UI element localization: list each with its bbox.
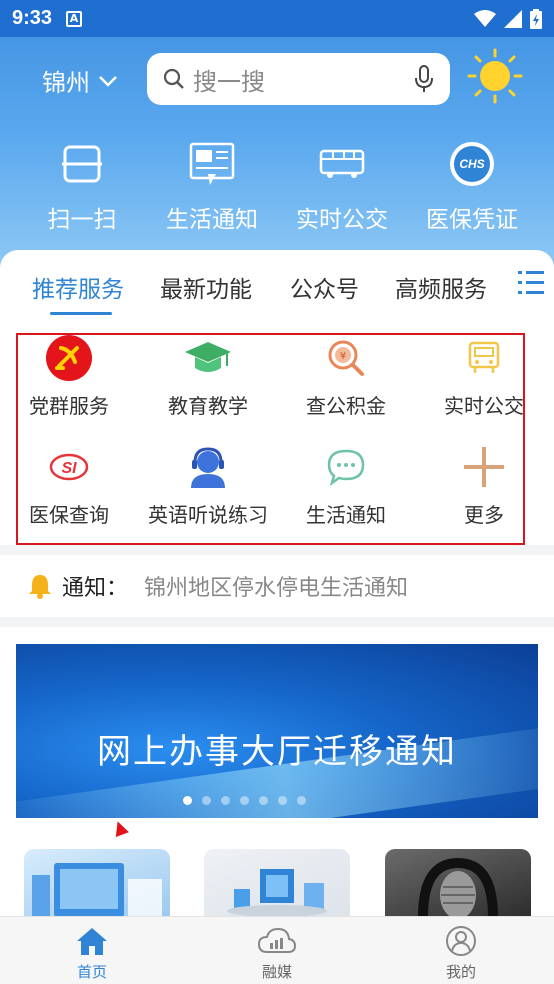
nav-profile[interactable]: 我的 bbox=[416, 923, 506, 982]
scan-icon bbox=[62, 145, 102, 183]
city-selector[interactable]: 锦州 bbox=[42, 63, 118, 98]
quick-action-label: 生活通知 bbox=[166, 207, 258, 233]
chs-icon: CHS bbox=[450, 142, 494, 186]
service-label: 医保查询 bbox=[29, 503, 109, 527]
newspaper-icon bbox=[189, 142, 235, 185]
red-pointer-marker bbox=[111, 819, 129, 837]
carousel-dot[interactable] bbox=[258, 796, 268, 805]
quick-action-label: 医保凭证 bbox=[426, 207, 518, 233]
service-more[interactable]: 更多 bbox=[424, 443, 544, 528]
fund-search-icon: ¥ bbox=[328, 340, 364, 376]
user-icon bbox=[446, 926, 476, 956]
service-life-notice[interactable]: 生活通知 bbox=[286, 443, 406, 528]
service-insurance-query[interactable]: SI 医保查询 bbox=[9, 443, 129, 528]
menu-list-icon[interactable] bbox=[516, 268, 546, 298]
quick-bus-button[interactable]: 实时公交 bbox=[290, 138, 394, 234]
quick-action-label: 实时公交 bbox=[296, 207, 388, 233]
sun-weather-icon[interactable] bbox=[467, 48, 523, 104]
nav-label: 首页 bbox=[76, 963, 107, 981]
chs-badge-text: CHS bbox=[459, 157, 484, 171]
search-icon bbox=[163, 68, 184, 89]
bell-icon bbox=[29, 575, 51, 599]
carousel-dot[interactable] bbox=[239, 796, 249, 805]
service-tabs: 推荐服务 最新功能 公众号 高频服务 bbox=[0, 250, 554, 316]
cloud-chart-icon bbox=[257, 927, 297, 953]
news-card-image[interactable] bbox=[204, 849, 350, 917]
carousel-dot[interactable] bbox=[182, 796, 192, 805]
tab-official-accounts[interactable]: 公众号 bbox=[290, 270, 359, 304]
banner-section: 网上办事大厅迁移通知 bbox=[0, 627, 554, 917]
service-label: 查公积金 bbox=[306, 394, 386, 418]
banner-carousel[interactable]: 网上办事大厅迁移通知 bbox=[16, 644, 538, 818]
tab-frequent-services[interactable]: 高频服务 bbox=[395, 270, 487, 304]
fund-glyph: ¥ bbox=[340, 351, 346, 362]
service-housing-fund[interactable]: ¥ 查公积金 bbox=[286, 334, 406, 419]
active-tab-indicator bbox=[50, 312, 112, 315]
search-placeholder: 搜一搜 bbox=[193, 67, 265, 96]
si-icon: SI bbox=[49, 453, 89, 481]
a-icon: A bbox=[66, 10, 83, 27]
service-label: 教育教学 bbox=[168, 394, 248, 418]
carousel-dot[interactable] bbox=[220, 796, 230, 805]
quick-action-label: 扫一扫 bbox=[47, 207, 117, 233]
party-emblem-icon bbox=[46, 335, 92, 381]
status-time: 9:33 bbox=[12, 7, 53, 29]
bus-icon bbox=[319, 149, 365, 178]
nav-label: 融媒 bbox=[261, 963, 292, 981]
service-realtime-bus[interactable]: 实时公交 bbox=[424, 334, 544, 419]
illustration-data-blocks bbox=[227, 869, 327, 917]
carousel-dot[interactable] bbox=[277, 796, 287, 805]
tab-new-features[interactable]: 最新功能 bbox=[160, 270, 252, 304]
service-english-practice[interactable]: 英语听说练习 bbox=[140, 443, 276, 528]
nav-media[interactable]: 融媒 bbox=[232, 923, 322, 982]
wifi-icon bbox=[474, 9, 496, 27]
news-card-image[interactable] bbox=[385, 849, 531, 917]
carousel-dot[interactable] bbox=[296, 796, 306, 805]
si-glyph: SI bbox=[61, 460, 77, 477]
service-label: 党群服务 bbox=[29, 394, 109, 418]
quick-insurance-voucher-button[interactable]: CHS 医保凭证 bbox=[420, 138, 524, 234]
notice-text: 锦州地区停水停电生活通知 bbox=[144, 576, 409, 601]
service-label: 英语听说练习 bbox=[148, 503, 268, 527]
nav-label: 我的 bbox=[445, 963, 476, 981]
service-party-group[interactable]: 党群服务 bbox=[9, 334, 129, 419]
service-education[interactable]: 教育教学 bbox=[148, 334, 268, 419]
carousel-dots bbox=[16, 796, 538, 805]
notice-bar[interactable]: 通知： 锦州地区停水停电生活通知 bbox=[0, 555, 554, 617]
bottom-navigation: 首页 融媒 我的 bbox=[0, 916, 554, 984]
search-input[interactable]: 搜一搜 bbox=[147, 53, 450, 105]
home-icon bbox=[77, 928, 107, 955]
notice-label: 通知： bbox=[62, 576, 129, 601]
service-label: 实时公交 bbox=[444, 394, 524, 418]
service-label: 更多 bbox=[464, 503, 504, 527]
plus-icon bbox=[464, 447, 504, 487]
illustration-computer bbox=[32, 863, 162, 917]
chat-bubble-icon bbox=[327, 449, 365, 486]
news-card-image[interactable] bbox=[24, 849, 170, 917]
battery-icon bbox=[530, 8, 542, 29]
microphone-icon bbox=[418, 857, 498, 917]
headset-user-icon bbox=[191, 447, 225, 488]
carousel-dot[interactable] bbox=[201, 796, 211, 805]
status-bar: 9:33 A bbox=[0, 0, 554, 37]
signal-icon bbox=[504, 9, 522, 28]
quick-life-notice-button[interactable]: 生活通知 bbox=[160, 138, 264, 234]
service-label: 生活通知 bbox=[306, 503, 386, 527]
microphone-icon[interactable] bbox=[414, 65, 434, 93]
tab-recommended[interactable]: 推荐服务 bbox=[32, 270, 124, 304]
city-label: 锦州 bbox=[42, 69, 90, 97]
banner-title: 网上办事大厅迁移通知 bbox=[97, 732, 457, 772]
bus-icon bbox=[468, 341, 500, 373]
graduation-cap-icon bbox=[185, 342, 231, 372]
chevron-down-icon bbox=[99, 75, 117, 87]
nav-home[interactable]: 首页 bbox=[47, 923, 137, 982]
quick-scan-button[interactable]: 扫一扫 bbox=[36, 138, 128, 234]
